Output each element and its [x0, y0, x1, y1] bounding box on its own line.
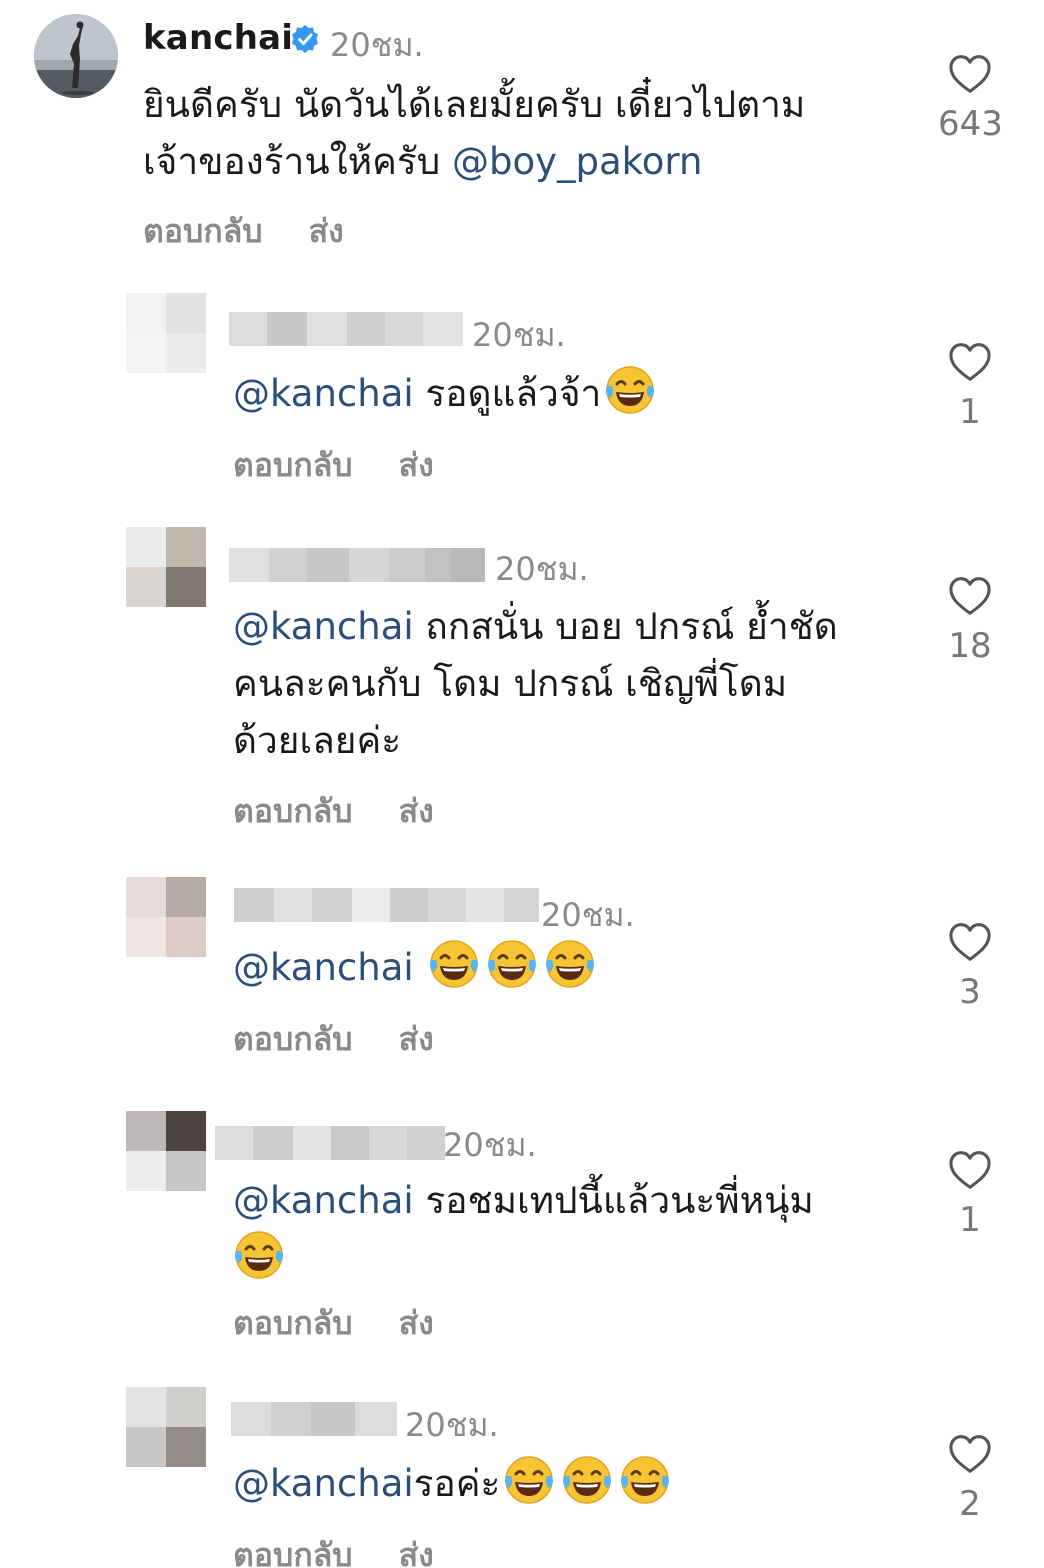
face-with-tears-of-joy-emoji	[233, 1229, 285, 1281]
like-count: 643	[938, 104, 1003, 144]
mention-link[interactable]: @kanchai	[233, 1462, 414, 1505]
comment-text-line: ยินดีครับ นัดวันได้เลยมั้ยครับ เดี๋ยวไปต…	[143, 83, 806, 126]
comment-time: 20ชม.	[443, 1126, 537, 1164]
heart-outline-icon[interactable]	[948, 1150, 992, 1190]
comment-text: @kanchai ถกสนั่น บอย ปกรณ์ ย้ำชัด คนละคน…	[233, 598, 913, 769]
comment-actions: ตอบกลับ ส่ง	[233, 1014, 434, 1065]
comment-actions: ตอบกลับ ส่ง	[233, 1298, 434, 1349]
face-with-tears-of-joy-emoji	[503, 1454, 555, 1506]
comment-text: @kanchaiรอค่ะ	[233, 1454, 674, 1512]
verified-badge-icon	[292, 25, 318, 53]
comment-text: @kanchai	[233, 938, 599, 996]
reply-comment: 20ชม. @kanchaiรอค่ะ ตอบกลับ ส่ง 2	[0, 1384, 1044, 1568]
comment-text-fragment: เจ้าของร้านให้ครับ	[143, 140, 441, 183]
comment-text: ยินดีครับ นัดวันได้เลยมั้ยครับ เดี๋ยวไปต…	[143, 76, 923, 190]
comment-actions: ตอบกลับ ส่ง	[233, 440, 434, 491]
mention-link[interactable]: @kanchai	[233, 605, 414, 648]
comment-text-line: @kanchai ถกสนั่น บอย ปกรณ์ ย้ำชัด	[233, 598, 913, 655]
comment-time: 20ชม.	[541, 896, 635, 934]
like-control: 18	[938, 576, 1002, 666]
send-button[interactable]: ส่ง	[399, 786, 434, 837]
like-control: 1	[938, 1150, 1002, 1240]
mention-link[interactable]: @kanchai	[233, 1179, 414, 1222]
reply-comment: 20ชม. @kanchai ตอบกลับ ส่ง 3	[0, 874, 1044, 1074]
face-with-tears-of-joy-emoji	[486, 938, 538, 990]
reply-comment: 20ชม. @kanchai ถกสนั่น บอย ปกรณ์ ย้ำชัด …	[0, 524, 1044, 864]
username-redacted[interactable]	[229, 312, 463, 346]
reply-button[interactable]: ตอบกลับ	[233, 1014, 353, 1065]
reply-button[interactable]: ตอบกลับ	[233, 1530, 353, 1568]
avatar[interactable]	[126, 1387, 206, 1467]
send-button[interactable]: ส่ง	[399, 1530, 434, 1568]
comment-text: @kanchai รอดูแล้วจ้า	[233, 364, 659, 422]
face-with-tears-of-joy-emoji	[561, 1454, 613, 1506]
comment-text-line: ด้วยเลยค่ะ	[233, 719, 402, 762]
reply-button[interactable]: ตอบกลับ	[233, 440, 353, 491]
username-redacted[interactable]	[229, 548, 485, 582]
heart-outline-icon[interactable]	[948, 576, 992, 616]
comment-text-line: เจ้าของร้านให้ครับ @boy_pakorn	[143, 133, 923, 190]
like-count: 1	[959, 1200, 981, 1240]
comment-time: 20ชม.	[495, 550, 589, 588]
like-control: 643	[938, 54, 1003, 144]
comment-text-fragment: รอชมเทปนี้แล้วนะพี่หนุ่ม	[413, 1179, 814, 1222]
send-button[interactable]: ส่ง	[399, 1298, 434, 1349]
heart-outline-icon[interactable]	[948, 54, 992, 94]
avatar[interactable]	[126, 293, 206, 373]
comment-time: 20ชม.	[405, 1406, 499, 1444]
comment-text-fragment: รอดูแล้วจ้า	[413, 372, 602, 415]
mention-link[interactable]: @boy_pakorn	[452, 140, 702, 183]
reply-comment: 20ชม. @kanchai รอชมเทปนี้แล้วนะพี่หนุ่ม …	[0, 1108, 1044, 1368]
comment-time: 20ชม.	[330, 26, 424, 64]
comment-text-line: @kanchai รอชมเทปนี้แล้วนะพี่หนุ่ม	[233, 1172, 913, 1229]
like-count: 3	[959, 972, 981, 1012]
send-button[interactable]: ส่ง	[309, 206, 344, 257]
reply-button[interactable]: ตอบกลับ	[143, 206, 263, 257]
heart-outline-icon[interactable]	[948, 922, 992, 962]
username[interactable]: kanchai	[143, 18, 293, 58]
like-count: 2	[959, 1484, 981, 1524]
comment-time: 20ชม.	[472, 316, 566, 354]
reply-button[interactable]: ตอบกลับ	[233, 1298, 353, 1349]
avatar[interactable]	[34, 14, 118, 98]
reply-comment: 20ชม. @kanchai รอดูแล้วจ้า ตอบกลับ ส่ง 1	[0, 290, 1044, 510]
avatar[interactable]	[126, 1111, 206, 1191]
username-redacted[interactable]	[234, 888, 539, 922]
username-redacted[interactable]	[215, 1126, 445, 1160]
face-with-tears-of-joy-emoji	[619, 1454, 671, 1506]
face-with-tears-of-joy-emoji	[604, 364, 656, 416]
like-count: 18	[948, 626, 992, 666]
send-button[interactable]: ส่ง	[399, 440, 434, 491]
face-with-tears-of-joy-emoji	[544, 938, 596, 990]
mention-link[interactable]: @kanchai	[233, 946, 414, 989]
main-comment: kanchai 20ชม. ยินดีครับ นัดวันได้เลยมั้ย…	[0, 0, 1044, 270]
comment-actions: ตอบกลับ ส่ง	[143, 206, 344, 257]
avatar[interactable]	[126, 877, 206, 957]
avatar-photo	[34, 14, 118, 98]
avatar[interactable]	[126, 527, 206, 607]
reply-button[interactable]: ตอบกลับ	[233, 786, 353, 837]
heart-outline-icon[interactable]	[948, 342, 992, 382]
heart-outline-icon[interactable]	[948, 1434, 992, 1474]
like-control: 2	[938, 1434, 1002, 1524]
comment-text-line: คนละคนกับ โดม ปกรณ์ เชิญพี่โดม	[233, 662, 788, 705]
comment-actions: ตอบกลับ ส่ง	[233, 786, 434, 837]
comment-text-fragment: ถกสนั่น บอย ปกรณ์ ย้ำชัด	[413, 605, 838, 648]
like-count: 1	[959, 392, 981, 432]
face-with-tears-of-joy-emoji	[428, 938, 480, 990]
comment-actions: ตอบกลับ ส่ง	[233, 1530, 434, 1568]
like-control: 1	[938, 342, 1002, 432]
mention-link[interactable]: @kanchai	[233, 372, 414, 415]
username-redacted[interactable]	[231, 1402, 397, 1436]
comment-text-fragment: รอค่ะ	[413, 1462, 501, 1505]
send-button[interactable]: ส่ง	[399, 1014, 434, 1065]
comment-text-line	[233, 1229, 913, 1287]
like-control: 3	[938, 922, 1002, 1012]
comment-text: @kanchai รอชมเทปนี้แล้วนะพี่หนุ่ม	[233, 1172, 913, 1287]
